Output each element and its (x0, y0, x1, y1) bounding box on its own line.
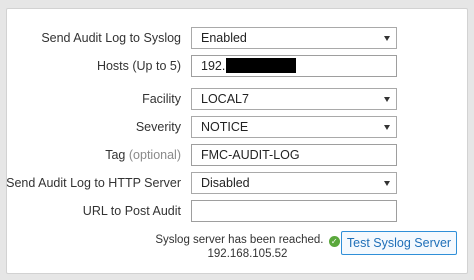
tag-optional-note: (optional) (128, 148, 181, 162)
facility-value: LOCAL7 (201, 92, 249, 106)
hosts-label: Hosts (Up to 5) (96, 59, 181, 73)
check-circle-icon: ✓ (328, 236, 340, 247)
facility-row: Facility LOCAL7 (7, 88, 467, 110)
tag-label: Tag (optional) (105, 144, 181, 166)
syslog-enable-select[interactable]: Enabled (191, 27, 397, 49)
syslog-enable-value: Enabled (201, 31, 247, 45)
chevron-down-icon (384, 97, 390, 102)
facility-select[interactable]: LOCAL7 (191, 88, 397, 110)
status-address: 192.168.105.52 (207, 248, 288, 260)
hosts-input[interactable]: 192. (191, 55, 397, 77)
severity-select[interactable]: NOTICE (191, 116, 397, 138)
hosts-value: 192. (201, 59, 226, 73)
url-row: URL to Post Audit (7, 200, 467, 222)
http-enable-value: Disabled (201, 176, 250, 190)
tag-label-text: Tag (105, 148, 126, 162)
redaction-bar (226, 58, 297, 74)
facility-label: Facility (142, 92, 181, 106)
syslog-status: Syslog server has been reached. ✓ 192.16… (155, 233, 340, 261)
test-syslog-server-button[interactable]: Test Syslog Server (341, 231, 457, 255)
audit-log-settings-panel: Send Audit Log to Syslog Enabled Hosts (… (6, 8, 468, 274)
syslog-enable-label: Send Audit Log to Syslog (41, 31, 181, 45)
syslog-enable-row: Send Audit Log to Syslog Enabled (7, 27, 467, 49)
url-input[interactable] (191, 200, 397, 222)
tag-row: Tag (optional) FMC-AUDIT-LOG (7, 144, 467, 166)
chevron-down-icon (384, 181, 390, 186)
severity-label: Severity (135, 120, 181, 134)
url-label: URL to Post Audit (82, 204, 181, 218)
severity-value: NOTICE (201, 120, 249, 134)
http-enable-label: Send Audit Log to HTTP Server (6, 176, 181, 190)
tag-input[interactable]: FMC-AUDIT-LOG (191, 144, 397, 166)
status-message: Syslog server has been reached. (155, 234, 324, 246)
http-enable-select[interactable]: Disabled (191, 172, 397, 194)
tag-value: FMC-AUDIT-LOG (201, 148, 300, 162)
chevron-down-icon (384, 125, 390, 130)
chevron-down-icon (384, 36, 390, 41)
http-enable-row: Send Audit Log to HTTP Server Disabled (6, 172, 467, 194)
severity-row: Severity NOTICE (7, 116, 467, 138)
hosts-row: Hosts (Up to 5) 192. (7, 55, 467, 77)
